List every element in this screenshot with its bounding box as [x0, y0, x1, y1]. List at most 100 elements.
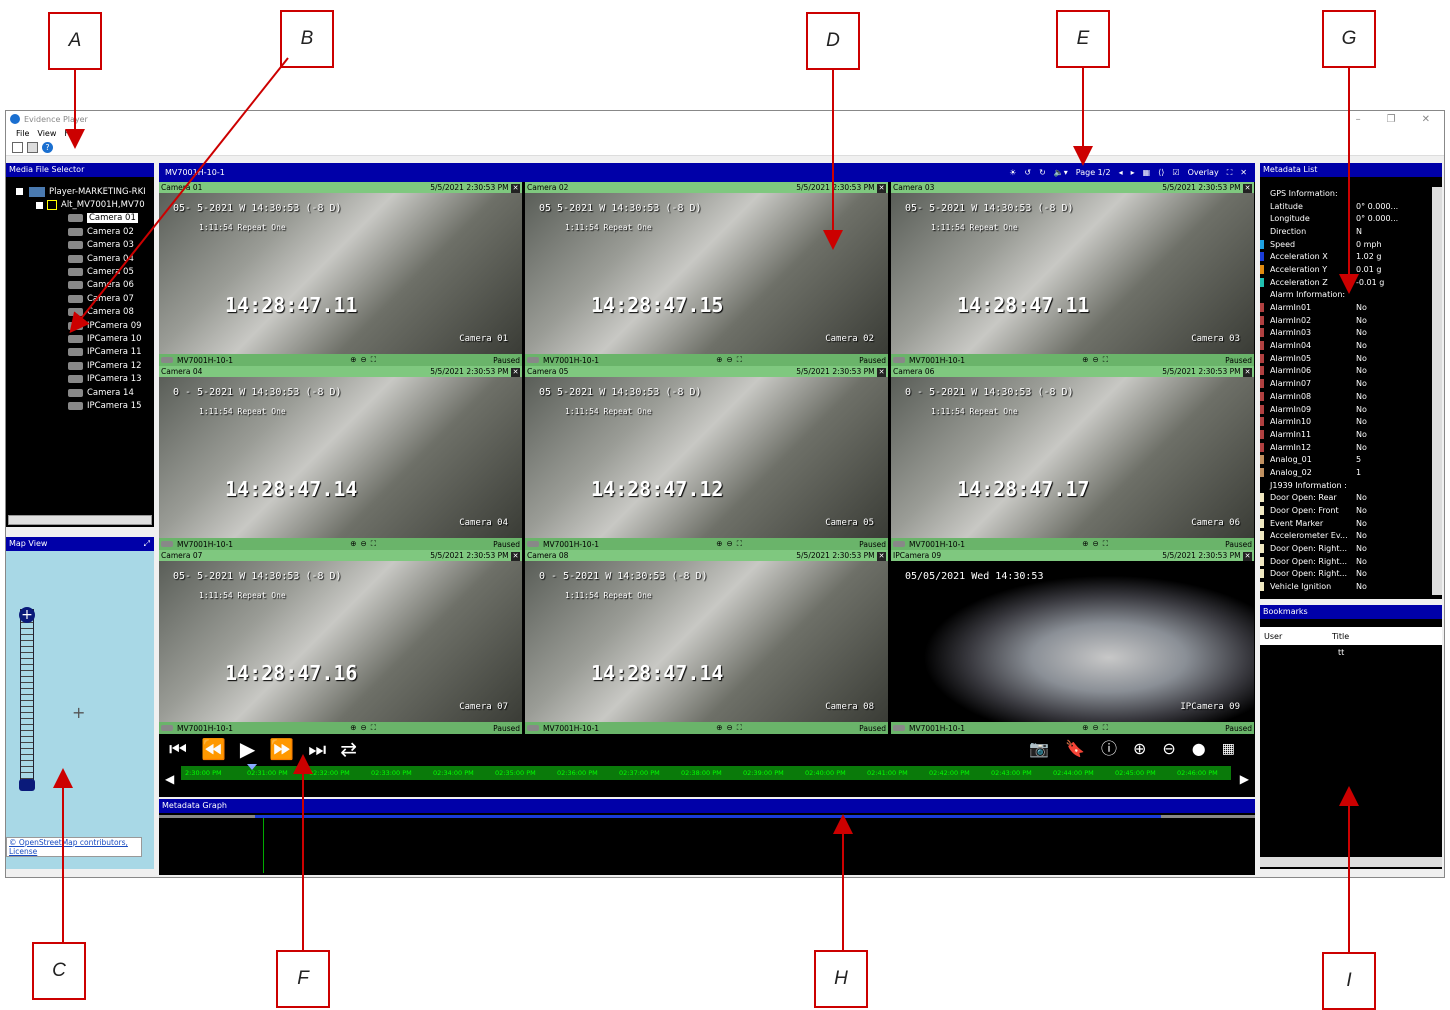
metadata-row[interactable]: AlarmIn01 No	[1260, 301, 1442, 314]
grid-layout-icon[interactable]: ▦	[1143, 166, 1151, 180]
camera-cell[interactable]: Camera 08 5/5/2021 2:30:53 PM ✕ 0 - 5-2021…	[525, 550, 888, 734]
metadata-row[interactable]: AlarmIn03 No	[1260, 327, 1442, 340]
camera-video[interactable]: 05- 5-2021 W 14:30:53 (-8 D) 1:11:54 Repe…	[159, 561, 522, 722]
timeline-right-icon[interactable]: ▶	[1240, 772, 1249, 786]
zoom-slider[interactable]	[20, 609, 34, 789]
close-video-icon[interactable]: ✕	[1240, 166, 1247, 180]
tree-camera-item[interactable]: IPCamera 12	[6, 359, 154, 372]
metadata-row[interactable]: J1939 Information :	[1260, 479, 1442, 492]
tree-camera-item[interactable]: Camera 06	[6, 279, 154, 292]
zoom-out-icon[interactable]	[19, 779, 35, 791]
snapshot-icon[interactable]: 📷	[1029, 736, 1049, 762]
calendar-icon[interactable]: ▦	[1222, 736, 1235, 762]
fit-cell-icon[interactable]: ⛶	[371, 355, 376, 365]
camera-cell[interactable]: Camera 06 5/5/2021 2:30:53 PM ✕ 0 - 5-2021…	[891, 366, 1254, 550]
metadata-row[interactable]: Direction N	[1260, 225, 1442, 238]
info-icon[interactable]: ⓘ	[1101, 736, 1117, 762]
fit-cell-icon[interactable]: ⛶	[1103, 539, 1108, 549]
metadata-row[interactable]: Latitude 0° 0.000...	[1260, 200, 1442, 213]
zoom-out-timeline-icon[interactable]: ⊖	[1162, 736, 1175, 762]
close-cell-icon[interactable]: ✕	[877, 183, 886, 193]
fit-cell-icon[interactable]: ⛶	[371, 539, 376, 549]
sync-icon[interactable]: ⟨⟩	[1158, 166, 1164, 180]
close-icon[interactable]: ✕	[1422, 114, 1430, 125]
zoom-in-cell-icon[interactable]: ⊕	[350, 539, 356, 549]
zoom-in-cell-icon[interactable]: ⊕	[716, 355, 722, 365]
close-cell-icon[interactable]: ✕	[511, 183, 520, 193]
prev-page-icon[interactable]: ◂	[1119, 166, 1123, 180]
collapse-icon[interactable]	[36, 201, 43, 209]
camera-video[interactable]: 0 - 5-2021 W 14:30:53 (-8 D) 1:11:54 Repe…	[159, 377, 522, 538]
zoom-out-cell-icon[interactable]: ⊖	[1092, 355, 1098, 365]
metadata-row[interactable]: AlarmIn04 No	[1260, 339, 1442, 352]
tree-camera-item[interactable]: Camera 02	[6, 225, 154, 238]
zoom-out-cell-icon[interactable]: ⊖	[1092, 723, 1098, 733]
camera-cell[interactable]: Camera 05 5/5/2021 2:30:53 PM ✕ 05 5-2021 …	[525, 366, 888, 550]
overlay-checkbox[interactable]: ☑	[1172, 166, 1179, 180]
zoom-in-cell-icon[interactable]: ⊕	[350, 723, 356, 733]
tree-camera-item[interactable]: IPCamera 10	[6, 332, 154, 345]
zoom-out-cell-icon[interactable]: ⊖	[726, 723, 732, 733]
camera-cell[interactable]: IPCamera 09 5/5/2021 2:30:53 PM ✕ 05/05/20…	[891, 550, 1254, 734]
metadata-scrollbar[interactable]	[1432, 187, 1442, 595]
metadata-row[interactable]: AlarmIn02 No	[1260, 314, 1442, 327]
camera-video[interactable]: 05- 5-2021 W 14:30:53 (-8 D) 1:11:54 Repe…	[159, 193, 522, 354]
metadata-row[interactable]: AlarmIn05 No	[1260, 352, 1442, 365]
map-view[interactable]: Map View ⤢ + + © OpenStreetMap contributo…	[6, 537, 154, 869]
camera-cell[interactable]: Camera 02 5/5/2021 2:30:53 PM ✕ 05 5-2021 …	[525, 182, 888, 366]
metadata-row[interactable]: Door Open: Right... No	[1260, 542, 1442, 555]
metadata-row[interactable]: Analog_02 1	[1260, 466, 1442, 479]
metadata-row[interactable]: AlarmIn09 No	[1260, 403, 1442, 416]
tree-camera-item[interactable]: Camera 08	[6, 306, 154, 319]
bookmark-icon[interactable]: 🔖	[1065, 736, 1085, 762]
timeline-left-icon[interactable]: ◀	[165, 772, 174, 786]
metadata-row[interactable]: Acceleration X 1.02 g	[1260, 250, 1442, 263]
brightness-icon[interactable]: ☀	[1009, 166, 1016, 180]
tree-camera-item[interactable]: Camera 07	[6, 292, 154, 305]
play-icon[interactable]: ▶	[240, 736, 255, 762]
close-cell-icon[interactable]: ✕	[1243, 367, 1252, 377]
zoom-out-cell-icon[interactable]: ⊖	[726, 539, 732, 549]
rewind-icon[interactable]: ⏪	[201, 736, 226, 762]
fast-forward-icon[interactable]: ⏩	[269, 736, 294, 762]
next-page-icon[interactable]: ▸	[1131, 166, 1135, 180]
help-icon[interactable]: ?	[42, 142, 53, 153]
metadata-row[interactable]: GPS Information:	[1260, 187, 1442, 200]
metadata-row[interactable]: Analog_01 5	[1260, 453, 1442, 466]
fit-cell-icon[interactable]: ⛶	[1103, 355, 1108, 365]
metadata-row[interactable]: AlarmIn10 No	[1260, 415, 1442, 428]
restore-icon[interactable]: ❐	[1387, 114, 1396, 125]
metadata-row[interactable]: Door Open: Right... No	[1260, 555, 1442, 568]
metadata-row[interactable]: AlarmIn11 No	[1260, 428, 1442, 441]
fullscreen-icon[interactable]: ⛶	[1227, 166, 1233, 180]
zoom-out-cell-icon[interactable]: ⊖	[726, 355, 732, 365]
tree-camera-item[interactable]: IPCamera 11	[6, 346, 154, 359]
metadata-graph[interactable]: Metadata Graph	[159, 799, 1255, 875]
fit-cell-icon[interactable]: ⛶	[737, 355, 742, 365]
col-user[interactable]: User	[1260, 632, 1332, 641]
menu-file[interactable]: File	[16, 129, 29, 138]
tree-camera-item[interactable]: IPCamera 09	[6, 319, 154, 332]
camera-video[interactable]: 05 5-2021 W 14:30:53 (-8 D) 1:11:54 Repea…	[525, 193, 888, 354]
metadata-row[interactable]: Acceleration Z -0.01 g	[1260, 276, 1442, 289]
metadata-row[interactable]: Acceleration Y 0.01 g	[1260, 263, 1442, 276]
map-attribution[interactable]: © OpenStreetMap contributors, License	[6, 837, 142, 857]
graph-range-selected[interactable]	[255, 815, 1161, 818]
tree-camera-item[interactable]: Camera 01	[6, 212, 154, 225]
zoom-reset-icon[interactable]: ●	[1192, 736, 1206, 762]
attribution-link[interactable]: © OpenStreetMap contributors,	[9, 838, 141, 847]
metadata-row[interactable]: Event Marker No	[1260, 517, 1442, 530]
fit-cell-icon[interactable]: ⛶	[371, 723, 376, 733]
tree-camera-item[interactable]: Camera 03	[6, 239, 154, 252]
tree-camera-item[interactable]: Camera 14	[6, 386, 154, 399]
zoom-in-cell-icon[interactable]: ⊕	[1082, 723, 1088, 733]
close-cell-icon[interactable]: ✕	[877, 551, 886, 561]
metadata-row[interactable]: AlarmIn06 No	[1260, 365, 1442, 378]
camera-video[interactable]: 05 5-2021 W 14:30:53 (-8 D) 1:11:54 Repea…	[525, 377, 888, 538]
tree-root[interactable]: Player-MARKETING-RKI	[6, 185, 154, 198]
menu-help[interactable]: Help	[64, 129, 82, 138]
tree-camera-item[interactable]: Camera 05	[6, 265, 154, 278]
tree-scrollbar[interactable]	[8, 515, 152, 525]
zoom-in-icon[interactable]: +	[19, 607, 35, 623]
close-cell-icon[interactable]: ✕	[511, 367, 520, 377]
